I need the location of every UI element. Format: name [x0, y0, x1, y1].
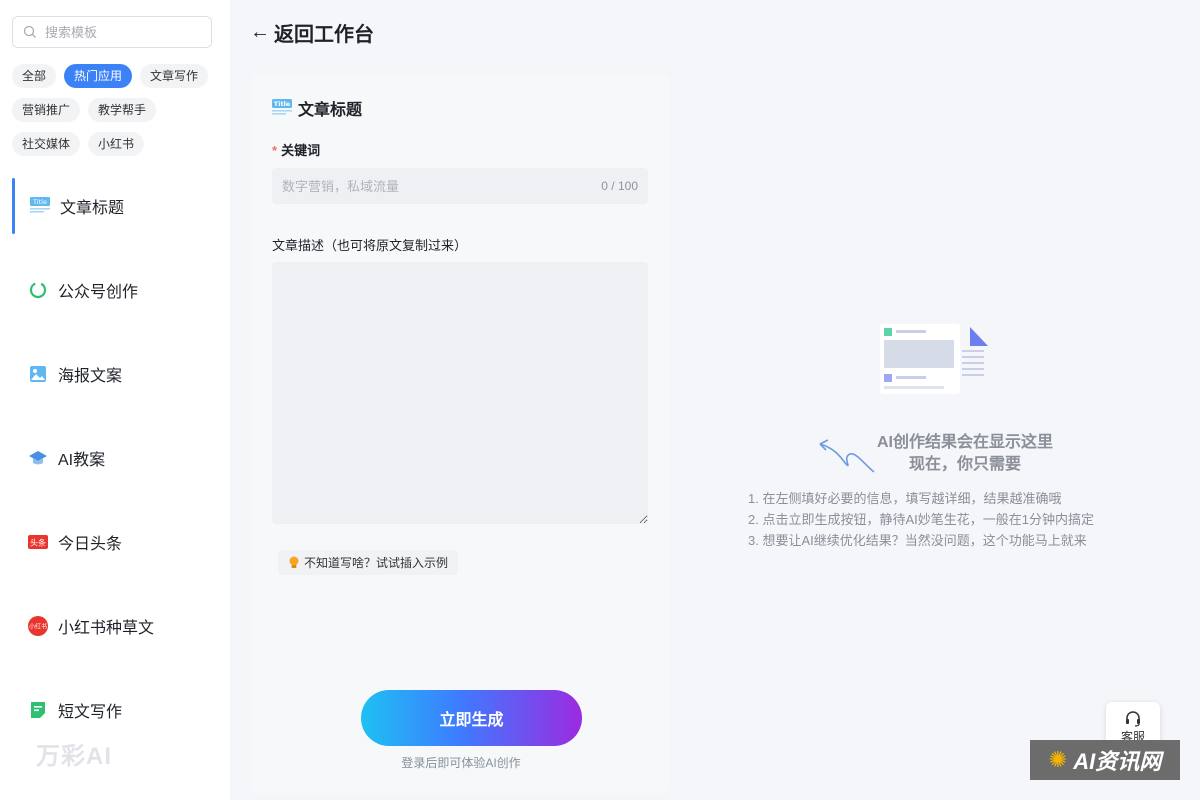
keyword-label: * 关键词: [272, 140, 320, 159]
svg-text:Title: Title: [274, 100, 291, 108]
tag-all[interactable]: 全部: [12, 64, 57, 88]
step-item: 3. 想要让AI继续优化结果？当然没问题，这个功能马上就来: [748, 533, 1087, 548]
hint-text: 不知道写啥？试试插入示例: [304, 556, 449, 570]
result-title-line1: AI创作结果会在显示这里: [876, 434, 1053, 451]
keyword-counter: 0 / 100: [601, 179, 638, 193]
required-marker: *: [272, 143, 278, 158]
result-placeholder-title: AI创作结果会在显示这里 现在，你只需要: [680, 432, 1200, 476]
form-title: Title 文章标题: [272, 96, 362, 120]
xiaohongshu-icon: 小红书: [28, 616, 48, 636]
svg-text:小红书: 小红书: [29, 623, 47, 631]
document-illustration-icon: [880, 324, 988, 394]
category-tags: 全部 热门应用 文章写作 营销推广 教学帮手 社交媒体 小红书: [12, 64, 222, 156]
note-icon: [28, 700, 48, 720]
corner-watermark-logo: ✺ AI资讯网: [1030, 740, 1180, 780]
nav-item-label: 今日头条: [58, 536, 123, 553]
toutiao-icon: 头条: [28, 532, 48, 552]
title-icon: Title: [272, 99, 292, 115]
nav-item-xiaohongshu[interactable]: 小红书 小红书种草文: [12, 598, 222, 654]
tag-social-media[interactable]: 社交媒体: [12, 132, 81, 156]
nav-item-short-article[interactable]: 短文写作: [12, 682, 222, 738]
corner-logo-text: AI资讯网: [1073, 749, 1162, 774]
keyword-input[interactable]: [282, 178, 582, 194]
svg-text:Title: Title: [32, 198, 47, 206]
nav-item-label: 小红书种草文: [58, 620, 155, 637]
back-label: 返回工作台: [274, 24, 374, 46]
search-icon: [23, 25, 36, 38]
back-arrow-icon: ←: [250, 21, 270, 43]
sidebar: 全部 热门应用 文章写作 营销推广 教学帮手 社交媒体 小红书 Title 文章…: [0, 0, 230, 800]
nav-item-label: AI教案: [58, 452, 106, 469]
wechat-icon: [28, 280, 48, 300]
generate-button[interactable]: 立即生成: [361, 690, 582, 746]
svg-text:头条: 头条: [30, 538, 46, 548]
watermark-logo: 万彩AI: [36, 743, 112, 770]
insert-example-hint[interactable]: 不知道写啥？试试插入示例: [278, 550, 459, 575]
form-panel: Title 文章标题 *关键词 0 / 100 文章描述（也可将原文复制过来） …: [252, 74, 670, 794]
poster-icon: [28, 364, 48, 384]
graduation-cap-icon: [28, 448, 48, 468]
nav-item-poster[interactable]: 海报文案: [12, 346, 222, 402]
template-nav: Title 文章标题 公众号创作 海报文案 AI教案 头条 今日头条 小红书 小…: [12, 178, 222, 766]
nav-item-label: 海报文案: [58, 368, 123, 385]
keyword-field[interactable]: 0 / 100: [272, 168, 648, 204]
tag-hot-apps[interactable]: 热门应用: [64, 64, 133, 88]
nav-item-wechat[interactable]: 公众号创作: [12, 262, 222, 318]
result-title-line2: 现在，你只需要: [908, 456, 1021, 473]
nav-item-label: 短文写作: [58, 704, 123, 721]
gear-icon: ✺: [1048, 747, 1068, 772]
back-to-workspace-button[interactable]: ← 返回工作台: [250, 18, 374, 47]
nav-item-article-title[interactable]: Title 文章标题: [12, 178, 222, 234]
tag-xiaohongshu[interactable]: 小红书: [88, 132, 145, 156]
step-item: 1. 在左侧填好必要的信息，填写越详细，结果越准确哦: [748, 491, 1062, 506]
step-item: 2. 点击立即生成按钮，静待AI妙笔生花，一般在1分钟内搞定: [748, 512, 1094, 527]
login-tip: 登录后即可体验AI创作: [401, 756, 521, 770]
result-steps: 1. 在左侧填好必要的信息，填写越详细，结果越准确哦 2. 点击立即生成按钮，静…: [748, 488, 1094, 551]
nav-item-label: 公众号创作: [58, 284, 139, 301]
lightbulb-icon: [289, 556, 299, 568]
form-title-text: 文章标题: [298, 102, 363, 119]
tag-teaching[interactable]: 教学帮手: [88, 98, 157, 122]
nav-item-label: 文章标题: [60, 200, 125, 217]
keyword-label-text: 关键词: [281, 143, 321, 158]
nav-item-toutiao[interactable]: 头条 今日头条: [12, 514, 222, 570]
description-textarea[interactable]: [272, 262, 648, 524]
result-panel: AI创作结果会在显示这里 现在，你只需要 1. 在左侧填好必要的信息，填写越详细…: [680, 74, 1180, 794]
tag-article-writing[interactable]: 文章写作: [140, 64, 209, 88]
nav-item-ai-lesson[interactable]: AI教案: [12, 430, 222, 486]
description-label: 文章描述（也可将原文复制过来）: [272, 238, 468, 253]
search-input[interactable]: [45, 24, 195, 40]
headset-icon: [1126, 710, 1140, 727]
tag-marketing[interactable]: 营销推广: [12, 98, 81, 122]
title-icon: Title: [30, 196, 50, 216]
search-box[interactable]: [12, 16, 212, 48]
